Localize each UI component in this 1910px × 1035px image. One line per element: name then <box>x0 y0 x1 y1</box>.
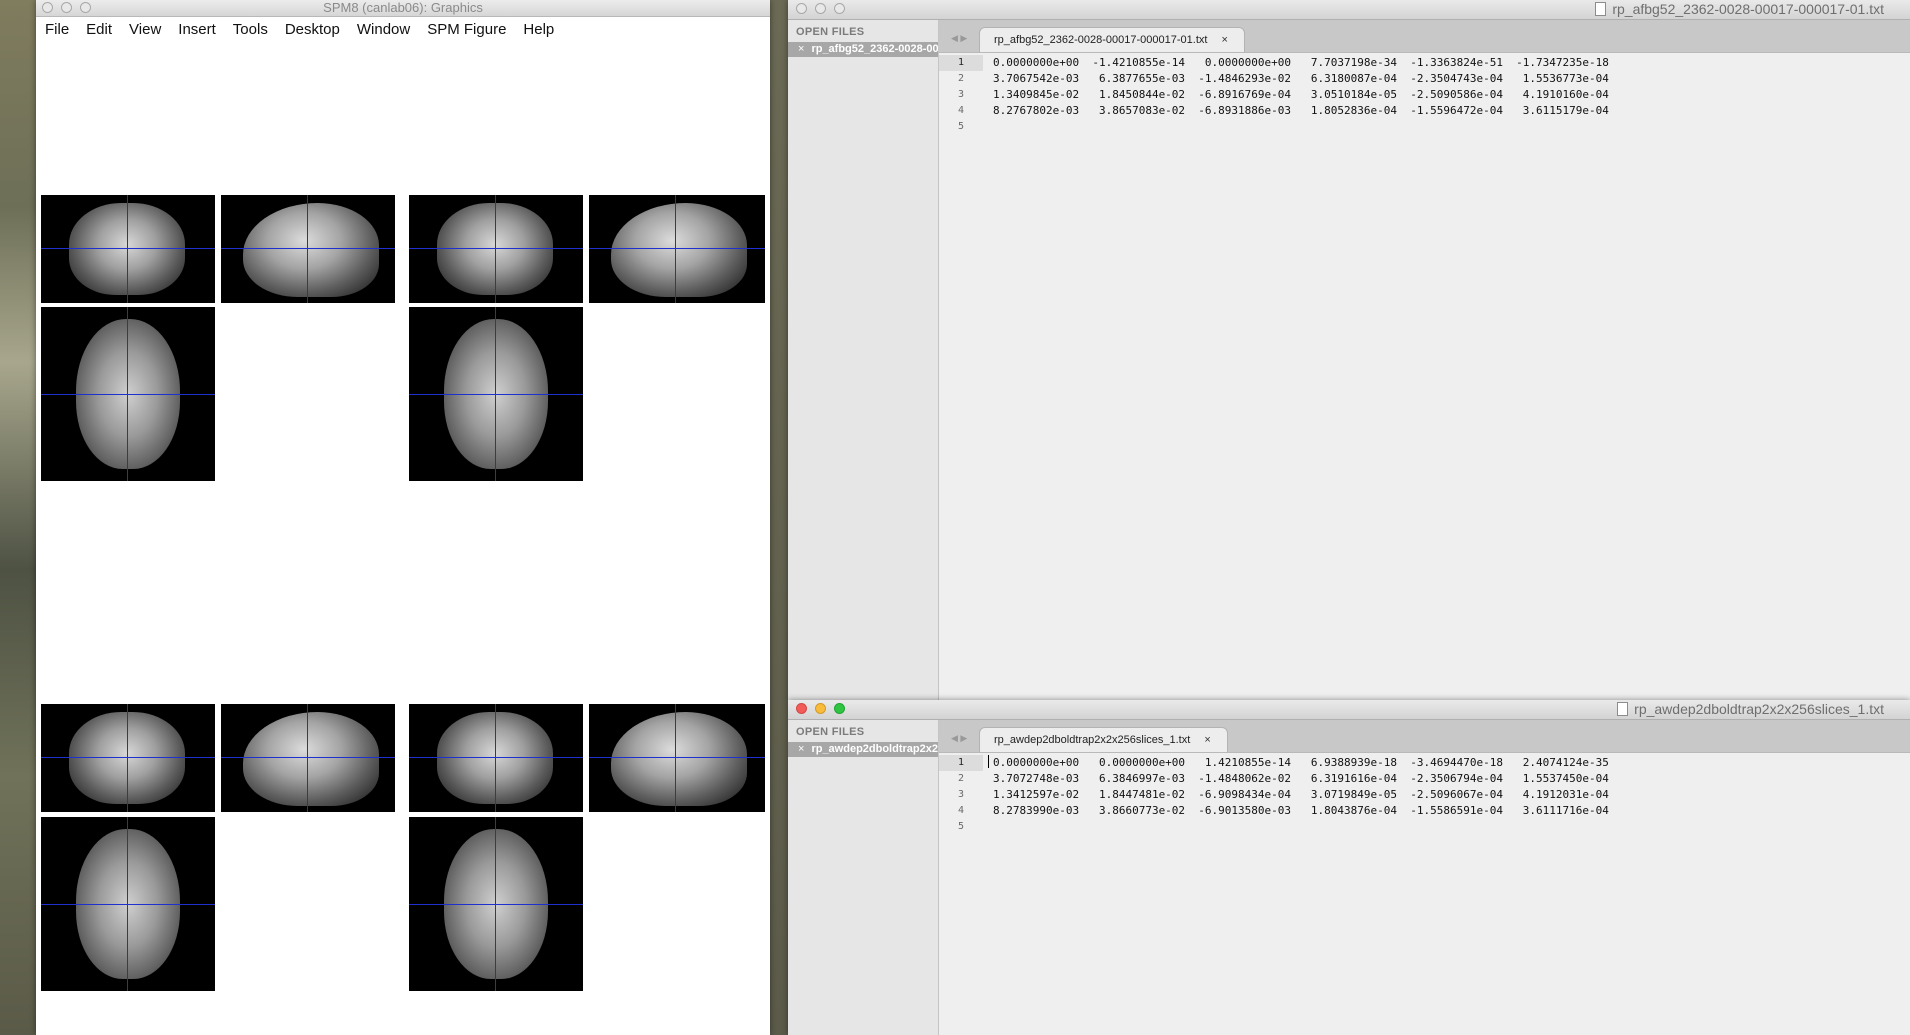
tab-bar: ◀ ▶ rp_afbg52_2362-0028-00017-000017-01.… <box>939 20 1910 53</box>
line-number: 5 <box>957 821 965 832</box>
line-number: 4 <box>957 805 965 816</box>
menu-tools[interactable]: Tools <box>224 21 276 38</box>
editor-titlebar[interactable]: rp_awdep2dboldtrap2x2x256slices_1.txt <box>788 700 1910 720</box>
tab-close-icon[interactable]: × <box>1221 34 1227 46</box>
sagittal-view[interactable] <box>221 704 395 812</box>
editor-window-bottom: rp_awdep2dboldtrap2x2x256slices_1.txt OP… <box>788 700 1910 1035</box>
spm-titlebar[interactable]: SPM8 (canlab06): Graphics <box>36 0 770 17</box>
code-editor[interactable]: 1 2 3 4 5 0.0000000e+00 -1.4210855e-14 0… <box>939 53 1910 700</box>
tab-nav-arrows-icon[interactable]: ◀ ▶ <box>951 733 967 744</box>
sagittal-view[interactable] <box>589 195 765 303</box>
code-line: 0.0000000e+00 0.0000000e+00 1.4210855e-1… <box>993 756 1609 769</box>
coronal-view[interactable] <box>41 704 215 812</box>
menu-edit[interactable]: Edit <box>77 21 120 38</box>
code-line: 3.7067542e-03 6.3877655e-03 -1.4846293e-… <box>993 72 1609 85</box>
text-cursor <box>988 755 989 768</box>
zoom-icon[interactable] <box>834 3 845 14</box>
line-number: 2 <box>957 773 965 784</box>
line-gutter: 1 2 3 4 5 <box>939 55 983 135</box>
minimize-icon[interactable] <box>815 3 826 14</box>
line-number: 1 <box>939 55 983 71</box>
line-number: 3 <box>957 89 965 100</box>
open-files-sidebar: OPEN FILES × rp_afbg52_2362-0028-00017-00… <box>788 20 939 700</box>
axial-view[interactable] <box>409 307 583 481</box>
code-line: 3.7072748e-03 6.3846997e-03 -1.4848062e-… <box>993 772 1609 785</box>
axial-view[interactable] <box>41 817 215 991</box>
spm-menubar: File Edit View Insert Tools Desktop Wind… <box>36 17 770 42</box>
axial-view[interactable] <box>41 307 215 481</box>
menu-window[interactable]: Window <box>348 21 418 38</box>
open-files-header: OPEN FILES <box>796 26 865 38</box>
line-number: 3 <box>957 789 965 800</box>
menu-spm-figure[interactable]: SPM Figure <box>418 21 514 38</box>
editor-window-controls <box>796 3 845 14</box>
code-line: 8.2767802e-03 3.8657083e-02 -6.8931886e-… <box>993 104 1609 117</box>
close-icon[interactable]: × <box>798 743 804 755</box>
tab-label: rp_afbg52_2362-0028-00017-000017-01.txt <box>994 34 1208 46</box>
minimize-icon[interactable] <box>815 703 826 714</box>
minimize-icon[interactable] <box>61 2 72 13</box>
menu-view[interactable]: View <box>120 21 169 38</box>
line-number: 2 <box>957 73 965 84</box>
code-line: 1.3412597e-02 1.8447481e-02 -6.9098434e-… <box>993 788 1609 801</box>
open-file-item[interactable]: × rp_awdep2dboldtrap2x2x256slices_1.txt <box>788 742 938 757</box>
code-line: 1.3409845e-02 1.8450844e-02 -6.8916769e-… <box>993 88 1609 101</box>
close-icon[interactable] <box>796 703 807 714</box>
open-file-label: rp_awdep2dboldtrap2x2x256slices_1.txt <box>811 743 938 755</box>
line-gutter: 1 2 3 4 5 <box>939 755 983 835</box>
editor-window-top: rp_afbg52_2362-0028-00017-000017-01.txt … <box>788 0 1910 700</box>
tab-close-icon[interactable]: × <box>1204 734 1210 746</box>
menu-file[interactable]: File <box>36 21 77 38</box>
editor-title-text: rp_afbg52_2362-0028-00017-000017-01.txt <box>1612 1 1884 17</box>
code-line: 0.0000000e+00 -1.4210855e-14 0.0000000e+… <box>993 56 1609 69</box>
tab-label: rp_awdep2dboldtrap2x2x256slices_1.txt <box>994 734 1191 746</box>
menu-desktop[interactable]: Desktop <box>276 21 348 38</box>
open-files-sidebar: OPEN FILES × rp_awdep2dboldtrap2x2x256sli… <box>788 720 939 1035</box>
spm-window-title: SPM8 (canlab06): Graphics <box>323 0 483 15</box>
document-icon <box>1617 702 1629 716</box>
tab-bar: ◀ ▶ rp_awdep2dboldtrap2x2x256slices_1.tx… <box>939 720 1910 753</box>
open-files-header: OPEN FILES <box>796 726 865 738</box>
document-icon <box>1595 2 1607 16</box>
desktop-background-gap <box>770 0 788 1035</box>
line-number: 1 <box>939 755 983 771</box>
editor-window-title: rp_awdep2dboldtrap2x2x256slices_1.txt <box>1617 700 1884 719</box>
coronal-view[interactable] <box>409 195 583 303</box>
zoom-icon[interactable] <box>834 703 845 714</box>
spm-graphics-window: SPM8 (canlab06): Graphics File Edit View… <box>36 0 770 1035</box>
desktop-background <box>0 0 36 1035</box>
close-icon[interactable] <box>42 2 53 13</box>
open-file-item[interactable]: × rp_afbg52_2362-0028-00017-000017-01.txt <box>788 42 938 57</box>
editor-window-title: rp_afbg52_2362-0028-00017-000017-01.txt <box>1595 0 1884 19</box>
coronal-view[interactable] <box>41 195 215 303</box>
tab-nav-arrows-icon[interactable]: ◀ ▶ <box>951 33 967 44</box>
editor-titlebar[interactable]: rp_afbg52_2362-0028-00017-000017-01.txt <box>788 0 1910 20</box>
code-lines: 0.0000000e+00 -1.4210855e-14 0.0000000e+… <box>993 55 1609 135</box>
sagittal-view[interactable] <box>221 195 395 303</box>
close-icon[interactable]: × <box>798 43 804 55</box>
code-lines: 0.0000000e+00 0.0000000e+00 1.4210855e-1… <box>993 755 1609 835</box>
code-editor[interactable]: 1 2 3 4 5 0.0000000e+00 0.0000000e+00 1.… <box>939 753 1910 1035</box>
spm-figure-canvas[interactable] <box>36 41 770 1035</box>
editor-window-controls <box>796 703 845 714</box>
axial-view[interactable] <box>409 817 583 991</box>
tab-file[interactable]: rp_awdep2dboldtrap2x2x256slices_1.txt × <box>979 727 1228 752</box>
close-icon[interactable] <box>796 3 807 14</box>
line-number: 4 <box>957 105 965 116</box>
spm-window-controls <box>42 2 91 13</box>
code-line: 8.2783990e-03 3.8660773e-02 -6.9013580e-… <box>993 804 1609 817</box>
zoom-icon[interactable] <box>80 2 91 13</box>
menu-help[interactable]: Help <box>514 21 562 38</box>
tab-file[interactable]: rp_afbg52_2362-0028-00017-000017-01.txt × <box>979 27 1245 52</box>
sagittal-view[interactable] <box>589 704 765 812</box>
open-file-label: rp_afbg52_2362-0028-00017-000017-01.txt <box>811 43 938 55</box>
line-number: 5 <box>957 121 965 132</box>
coronal-view[interactable] <box>409 704 583 812</box>
editor-title-text: rp_awdep2dboldtrap2x2x256slices_1.txt <box>1634 701 1884 717</box>
menu-insert[interactable]: Insert <box>169 21 224 38</box>
